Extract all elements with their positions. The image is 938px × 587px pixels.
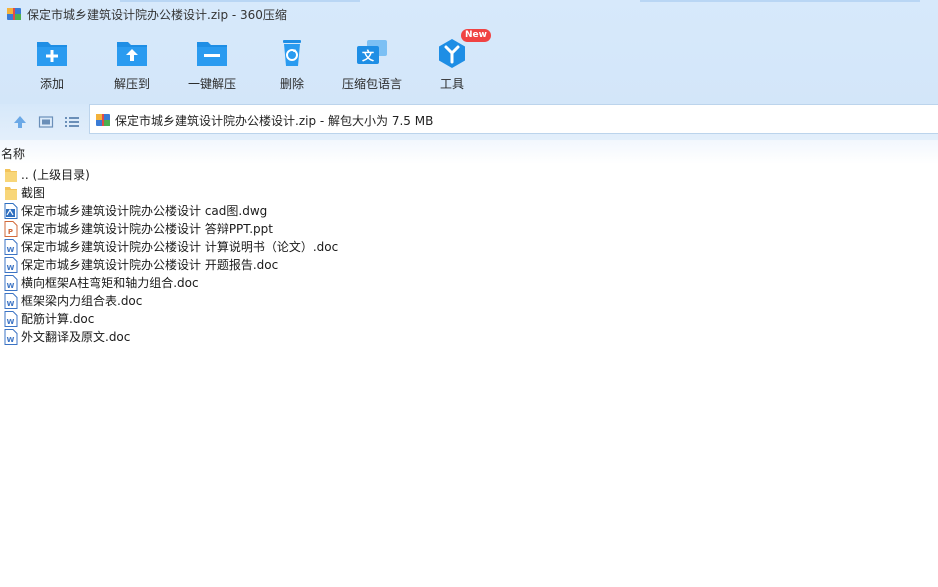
list-item[interactable]: W 保定市城乡建筑设计院办公楼设计 开题报告.doc xyxy=(0,256,938,274)
column-name-header[interactable]: 名称 xyxy=(1,145,25,162)
title-bar[interactable]: 保定市城乡建筑设计院办公楼设计.zip - 360压缩 xyxy=(0,0,938,28)
add-button[interactable]: 添加 xyxy=(12,34,92,96)
new-badge: New xyxy=(461,29,491,42)
add-icon xyxy=(37,42,67,66)
file-list: .. (上级目录) 截图 保定市城乡建筑设计院办公楼设计 cad图.dwg P … xyxy=(0,166,938,346)
list-item-name: 保定市城乡建筑设计院办公楼设计 答辩PPT.ppt xyxy=(21,222,273,236)
up-arrow-icon[interactable] xyxy=(12,114,28,130)
list-item-name: 保定市城乡建筑设计院办公楼设计 cad图.dwg xyxy=(21,204,268,218)
svg-text:W: W xyxy=(7,336,15,344)
extract-to-button[interactable]: 解压到 xyxy=(92,34,172,96)
list-item[interactable]: W 保定市城乡建筑设计院办公楼设计 计算说明书（论文）.doc xyxy=(0,238,938,256)
language-icon: 文 xyxy=(357,40,387,64)
address-bar[interactable]: 保定市城乡建筑设计院办公楼设计.zip - 解包大小为 7.5 MB xyxy=(89,104,938,134)
window-title: 保定市城乡建筑设计院办公楼设计.zip - 360压缩 xyxy=(27,8,287,22)
dwg-file-icon xyxy=(4,203,18,219)
list-item-name: 外文翻译及原文.doc xyxy=(21,330,131,344)
doc-file-icon: W xyxy=(4,239,18,255)
doc-file-icon: W xyxy=(4,275,18,291)
column-header: 名称 xyxy=(0,140,938,164)
svg-text:W: W xyxy=(7,318,15,326)
doc-file-icon: W xyxy=(4,293,18,309)
address-text: 保定市城乡建筑设计院办公楼设计.zip - 解包大小为 7.5 MB xyxy=(115,114,434,128)
one-click-extract-label: 一键解压 xyxy=(187,77,236,91)
recycle-delete-icon xyxy=(283,40,301,66)
one-click-extract-button[interactable]: 一键解压 xyxy=(172,34,252,96)
list-item[interactable]: W 框架梁内力组合表.doc xyxy=(0,292,938,310)
list-item[interactable]: 截图 xyxy=(0,184,938,202)
list-item[interactable]: P 保定市城乡建筑设计院办公楼设计 答辩PPT.ppt xyxy=(0,220,938,238)
delete-button[interactable]: 删除 xyxy=(252,34,332,96)
list-item-name: 配筋计算.doc xyxy=(21,312,95,326)
tools-button[interactable]: New 工具 xyxy=(412,29,492,96)
toolbar: 添加 解压到 一键解压 删除 文 压缩包语言 New 工具 xyxy=(0,29,938,98)
folder-icon xyxy=(5,187,17,200)
doc-file-icon: W xyxy=(4,311,18,327)
extract-to-icon xyxy=(117,42,147,66)
doc-file-icon: W xyxy=(4,329,18,345)
tools-icon xyxy=(439,39,465,68)
add-label: 添加 xyxy=(39,77,64,91)
tools-label: 工具 xyxy=(439,77,464,91)
thumbnail-view-icon[interactable] xyxy=(38,114,54,130)
list-view-icon[interactable] xyxy=(64,114,80,130)
list-item[interactable]: 保定市城乡建筑设计院办公楼设计 cad图.dwg xyxy=(0,202,938,220)
list-item-name: 横向框架A柱弯矩和轴力组合.doc xyxy=(21,276,199,290)
list-item[interactable]: W 外文翻译及原文.doc xyxy=(0,328,938,346)
list-item-name: 保定市城乡建筑设计院办公楼设计 开题报告.doc xyxy=(21,258,279,272)
list-item-name: 框架梁内力组合表.doc xyxy=(21,294,143,308)
one-click-extract-icon xyxy=(197,42,227,66)
svg-text:W: W xyxy=(7,282,15,290)
svg-text:P: P xyxy=(8,228,13,236)
archive-app-icon xyxy=(7,8,21,20)
doc-file-icon: W xyxy=(4,257,18,273)
svg-text:W: W xyxy=(7,264,15,272)
delete-label: 删除 xyxy=(279,77,304,91)
folder-icon xyxy=(5,169,17,182)
archive-file-icon xyxy=(96,114,110,126)
list-item-name: 截图 xyxy=(21,186,46,200)
list-item[interactable]: W 横向框架A柱弯矩和轴力组合.doc xyxy=(0,274,938,292)
list-item-name: .. (上级目录) xyxy=(21,168,90,182)
svg-text:W: W xyxy=(7,300,15,308)
archive-language-button[interactable]: 文 压缩包语言 xyxy=(332,34,412,96)
list-item[interactable]: W 配筋计算.doc xyxy=(0,310,938,328)
archive-language-label: 压缩包语言 xyxy=(341,77,402,91)
extract-to-label: 解压到 xyxy=(113,77,150,91)
ppt-file-icon: P xyxy=(4,221,18,237)
list-item[interactable]: .. (上级目录) xyxy=(0,166,938,184)
svg-text:文: 文 xyxy=(362,48,375,63)
svg-text:W: W xyxy=(7,246,15,254)
list-item-name: 保定市城乡建筑设计院办公楼设计 计算说明书（论文）.doc xyxy=(21,240,339,254)
